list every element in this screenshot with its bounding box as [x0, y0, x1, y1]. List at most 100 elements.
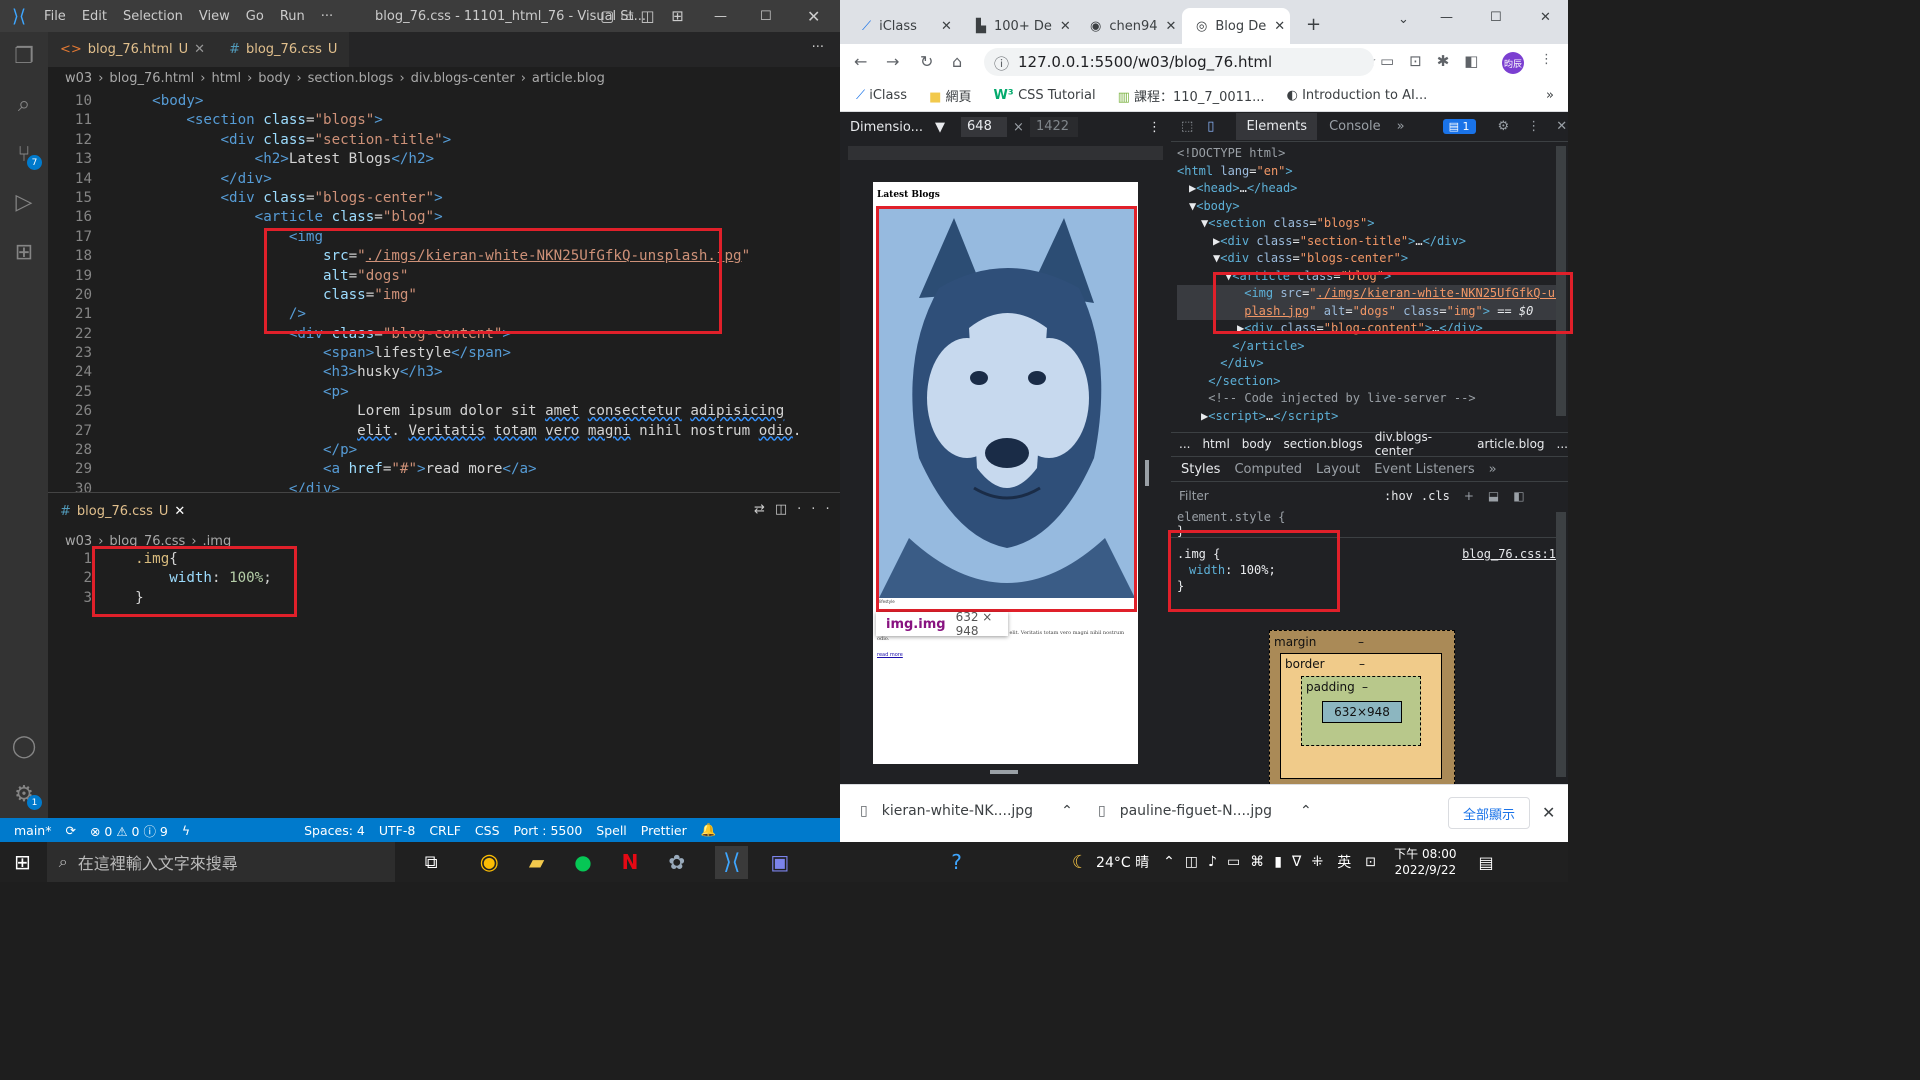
breadcrumb-item[interactable]: .img [203, 534, 232, 549]
tab-console[interactable]: Console [1329, 119, 1381, 134]
html-editor[interactable]: 10 <body> 11 <section class="blogs"> 12 <d… [48, 92, 840, 492]
settings-gear-icon[interactable]: ⚙ [1498, 119, 1510, 134]
problems-indicator[interactable]: ⊗ 0 ⚠ 0 ⓘ 9 [90, 821, 168, 840]
more-bookmarks-icon[interactable]: » [1546, 88, 1554, 103]
new-rule-icon[interactable]: + [1464, 489, 1474, 503]
eol-indicator[interactable]: CRLF [429, 823, 461, 838]
show-all-button[interactable]: 全部顯示 [1448, 797, 1530, 829]
close-downloads-icon[interactable]: ✕ [1542, 803, 1555, 822]
ime-icon[interactable]: ⊡ [1365, 855, 1376, 870]
device-width-input[interactable]: 648 [961, 117, 1008, 137]
teams-icon[interactable]: ▣ [770, 850, 789, 874]
tab-elements[interactable]: Elements [1236, 113, 1318, 140]
menu-go[interactable]: Go [238, 9, 272, 24]
tray-icons[interactable]: ⌃◫♪▭⌘▮ᐁ⁜ [1163, 854, 1333, 870]
dom-node[interactable]: </section> [1177, 373, 1557, 391]
code-line[interactable]: 27 elit. Veritatis totam vero magni nihi… [48, 422, 840, 441]
code-line[interactable]: 15 <div class="blogs-center"> [48, 189, 840, 208]
hov-toggle[interactable]: :hov [1384, 489, 1413, 503]
close-tab-icon[interactable]: ✕ [1060, 19, 1071, 34]
dom-node[interactable]: <!DOCTYPE html> [1177, 145, 1557, 163]
chrome-taskbar-icon[interactable]: ◉ [480, 850, 499, 875]
code-line[interactable]: 18 src="./imgs/kieran-white-NKN25UfGfkQ-… [48, 247, 840, 266]
lightning-icon[interactable]: ϟ [182, 823, 190, 838]
rule-source-link[interactable]: blog_76.css:1 [1462, 546, 1556, 562]
code-line[interactable]: 1 .img{ [48, 550, 840, 569]
forward-icon[interactable]: → [886, 52, 899, 71]
code-line[interactable]: 20 class="img" [48, 286, 840, 305]
file-explorer-icon[interactable]: ▰ [529, 850, 544, 874]
settings-gear-icon[interactable]: ⚙ 1 [10, 780, 42, 810]
layout-toggle-icons[interactable]: ▢▭◫ ⊞ [600, 7, 690, 25]
input-language[interactable]: 英 [1337, 852, 1351, 872]
close-tab-icon[interactable]: ✕ [941, 19, 952, 34]
clock[interactable]: 下午 08:00 2022/9/22 [1394, 846, 1456, 878]
styles-pane[interactable]: element.style { } .img { width: 100%; } … [1171, 510, 1556, 610]
breadcrumb-item[interactable]: section.blogs [308, 71, 394, 86]
tab-styles[interactable]: Styles [1181, 462, 1220, 477]
indentation-indicator[interactable]: Spaces: 4 [304, 823, 365, 838]
browser-tab-github[interactable]: ◉ chen94 ✕ [1076, 8, 1184, 44]
breadcrumb-item[interactable]: blog_76.html [109, 71, 194, 86]
crumb[interactable]: html [1202, 437, 1229, 451]
encoding-indicator[interactable]: UTF-8 [379, 823, 415, 838]
dom-node[interactable]: ▼<section class="blogs"> [1177, 215, 1557, 233]
dropdown-caret-icon[interactable]: ▼ [935, 120, 945, 135]
sidebar-toggle-icon[interactable]: ◧ [1513, 489, 1524, 503]
code-line[interactable]: 30 </div> [48, 480, 840, 492]
dom-node[interactable]: <html lang="en"> [1177, 163, 1557, 181]
code-line[interactable]: 16 <article class="blog"> [48, 208, 840, 227]
breadcrumb-item[interactable]: body [258, 71, 290, 86]
sync-icon[interactable]: ⟳ [65, 823, 75, 838]
accounts-icon[interactable]: ◯ [10, 732, 38, 760]
bookmark-ai[interactable]: ◐ Introduction to AI... [1287, 88, 1428, 103]
breadcrumb-item[interactable]: w03 [65, 534, 92, 549]
dom-node[interactable]: <!-- Code injected by live-server --> [1177, 390, 1557, 408]
language-indicator[interactable]: CSS [475, 823, 500, 838]
dom-node[interactable]: <img src="./imgs/kieran-white-NKN25UfGfk… [1177, 285, 1557, 303]
more-tabs-icon[interactable]: » [1397, 119, 1405, 134]
address-bar[interactable]: ⓘ 127.0.0.1:5500/w03/blog_76.html [984, 48, 1374, 76]
tab-event-listeners[interactable]: Event Listeners [1374, 462, 1474, 477]
code-line[interactable]: 14 </div> [48, 170, 840, 189]
code-line[interactable]: 19 alt="dogs" [48, 267, 840, 286]
back-icon[interactable]: ← [854, 52, 867, 71]
taskbar-search[interactable]: ⌕ 在這裡輸入文字來搜尋 [46, 842, 395, 882]
dom-node[interactable]: ▶<head>…</head> [1177, 180, 1557, 198]
tab-layout[interactable]: Layout [1316, 462, 1360, 477]
code-line[interactable]: 25 <p> [48, 383, 840, 402]
notification-center-icon[interactable]: ▤ [1479, 853, 1494, 872]
start-windows-icon[interactable]: ⊞ [14, 850, 31, 874]
menu-view[interactable]: View [191, 9, 238, 24]
css-editor[interactable]: 1 .img{2 width: 100%; 3 } [48, 550, 840, 818]
dom-node[interactable]: ▶<div class="blog-content">…</div> [1177, 320, 1557, 338]
extension-icons[interactable]: ▭⊡✱◧ [1380, 52, 1493, 70]
spell-indicator[interactable]: Spell [596, 823, 627, 838]
vscode-taskbar-icon[interactable]: ⟩⟨ [715, 845, 749, 879]
dom-node[interactable]: ▶<div class="section-title">…</div> [1177, 233, 1557, 251]
menu-selection[interactable]: Selection [115, 9, 191, 24]
rendered-page[interactable]: Latest Blogs lifestyle elit. Veritatis t… [873, 182, 1138, 764]
code-line[interactable]: 21 /> [48, 305, 840, 324]
code-line[interactable]: 26 Lorem ipsum dolor sit amet consectetu… [48, 402, 840, 421]
crumb[interactable]: section.blogs [1283, 437, 1362, 451]
tab-computed[interactable]: Computed [1234, 462, 1302, 477]
close-tab-icon[interactable]: ✕ [174, 504, 185, 519]
maximize-button[interactable]: ☐ [1490, 10, 1502, 25]
home-icon[interactable]: ⌂ [952, 52, 962, 71]
source-control-icon[interactable]: ⑂ 7 [10, 140, 42, 170]
bookmark-css-tutorial[interactable]: W³ CSS Tutorial [994, 88, 1096, 103]
code-line[interactable]: 28 </p> [48, 441, 840, 460]
issues-badge[interactable]: ▤ 1 [1442, 119, 1476, 134]
extensions-icon[interactable]: ⊞ [10, 238, 38, 266]
code-line[interactable]: 12 <div class="section-title"> [48, 131, 840, 150]
close-devtools-icon[interactable]: ✕ [1556, 119, 1567, 134]
rule-property[interactable]: width [1177, 563, 1225, 577]
breadcrumb-item[interactable]: blog_76.css [109, 534, 185, 549]
close-tab-icon[interactable]: ✕ [1166, 19, 1177, 34]
site-info-icon[interactable]: ⓘ [994, 53, 1009, 74]
tab-blog-css-panel[interactable]: # blog_76.css U ✕ [48, 496, 198, 526]
maximize-button[interactable]: ☐ [760, 9, 772, 24]
run-debug-icon[interactable]: ▷ [10, 188, 38, 216]
notifications-icon[interactable]: 🔔 [701, 822, 717, 838]
